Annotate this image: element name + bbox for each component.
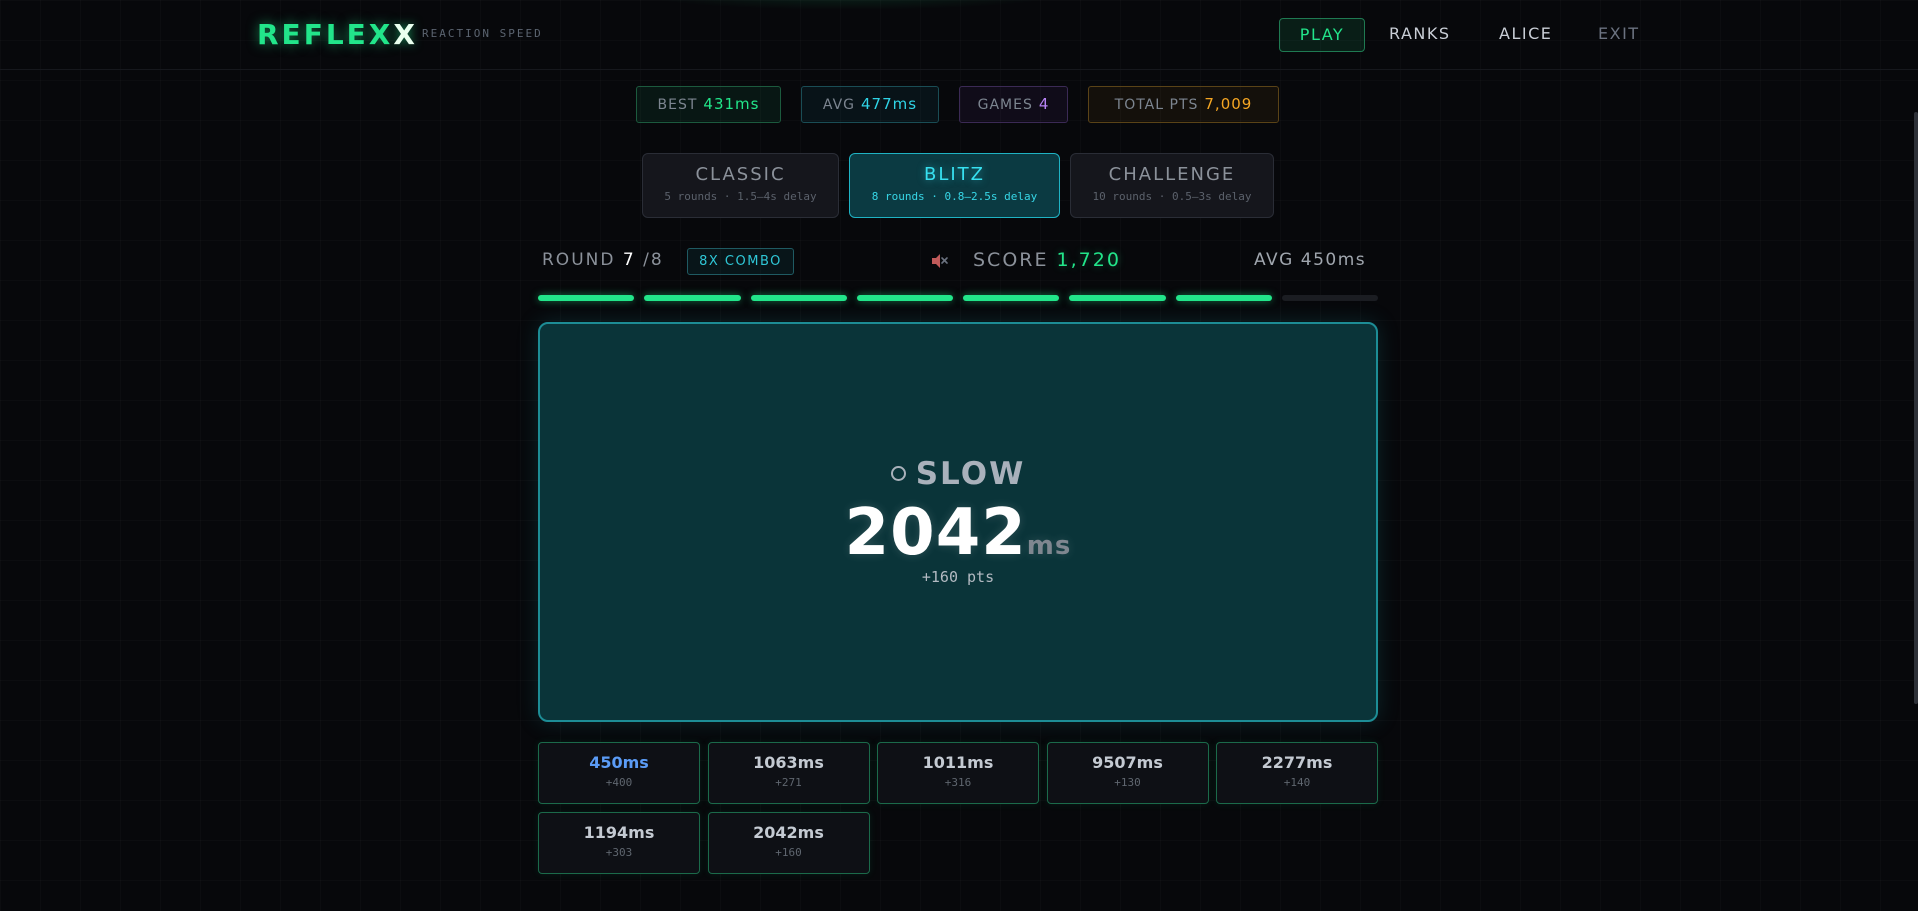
reaction-time-value: 2042 <box>844 496 1027 570</box>
nav-user[interactable]: ALICE <box>1499 18 1552 52</box>
history-card: 2042ms +160 <box>707 812 870 874</box>
stat-avg-value: 477ms <box>861 95 918 113</box>
combo-badge: 8X COMBO <box>687 248 794 275</box>
progress-segment <box>750 295 847 301</box>
history-time: 1063ms <box>753 753 824 772</box>
round-indicator: ROUND 7 /8 <box>542 250 664 270</box>
progress-segment <box>856 295 953 301</box>
stat-best: BEST 431ms <box>636 86 781 123</box>
reaction-time-unit: ms <box>1026 531 1072 561</box>
history-points: +400 <box>605 776 633 789</box>
progress-segment <box>963 295 1060 301</box>
mode-classic-desc: 5 rounds · 1.5–4s delay <box>664 190 817 203</box>
history-card: 1194ms +303 <box>538 812 700 874</box>
tagline: REACTION SPEED <box>422 27 543 40</box>
mode-blitz-button[interactable]: BLITZ 8 rounds · 0.8–2.5s delay <box>849 153 1060 218</box>
score-label: SCORE <box>973 249 1049 271</box>
stat-games: GAMES 4 <box>959 86 1068 123</box>
history-time: 450ms <box>589 753 649 772</box>
scrollbar[interactable] <box>1914 112 1918 704</box>
stat-avg: AVG 477ms <box>801 86 939 123</box>
mode-challenge-name: CHALLENGE <box>1108 164 1236 185</box>
history-card: 1063ms +271 <box>707 742 870 804</box>
progress-segment <box>1175 295 1272 301</box>
nav-exit[interactable]: EXIT <box>1598 18 1640 52</box>
history-points: +316 <box>944 776 972 789</box>
mode-classic-name: CLASSIC <box>695 164 786 185</box>
round-label: ROUND <box>542 250 616 270</box>
history-card: 1011ms +316 <box>877 742 1039 804</box>
stat-best-label: BEST <box>657 97 698 113</box>
history-time: 1194ms <box>583 823 655 842</box>
round-progress <box>538 295 1378 302</box>
verdict-text: SLOW <box>915 456 1026 492</box>
logo: REFLEXX <box>257 18 418 51</box>
stat-total-points: TOTAL PTS 7,009 <box>1088 86 1279 123</box>
current-average: AVG 450ms <box>1254 250 1367 270</box>
progress-segment <box>1069 295 1166 301</box>
mode-blitz-desc: 8 rounds · 0.8–2.5s delay <box>871 190 1038 203</box>
history-points: +303 <box>605 846 633 859</box>
round-current: 7 <box>622 250 636 270</box>
top-bar: REFLEXX REACTION SPEED PLAY RANKS ALICE … <box>0 0 1918 70</box>
mode-classic-button[interactable]: CLASSIC 5 rounds · 1.5–4s delay <box>642 153 839 218</box>
history-time: 9507ms <box>1092 753 1163 772</box>
history-time: 2042ms <box>753 823 824 842</box>
stat-total-value: 7,009 <box>1204 95 1253 113</box>
reaction-arena[interactable]: SLOW 2042ms +160 pts <box>538 322 1378 722</box>
stat-total-label: TOTAL PTS <box>1114 97 1199 113</box>
score-display: SCORE 1,720 <box>973 249 1121 271</box>
round-total: /8 <box>643 250 664 270</box>
nav-play[interactable]: PLAY <box>1279 18 1365 52</box>
verdict: SLOW <box>540 456 1376 492</box>
progress-segment <box>1281 295 1378 301</box>
history-card: 9507ms +130 <box>1046 742 1209 804</box>
round-points: +160 pts <box>921 568 995 586</box>
score-value: 1,720 <box>1056 249 1121 271</box>
speaker-muted-icon[interactable] <box>929 251 949 271</box>
nav-ranks[interactable]: RANKS <box>1389 18 1451 52</box>
stat-games-label: GAMES <box>977 97 1033 113</box>
mode-challenge-button[interactable]: CHALLENGE 10 rounds · 0.5–3s delay <box>1070 153 1274 218</box>
stat-best-value: 431ms <box>703 95 760 113</box>
stat-avg-label: AVG <box>822 97 856 113</box>
history-points: +271 <box>775 776 802 789</box>
history-time: 1011ms <box>922 753 994 772</box>
hollow-circle-icon <box>890 466 906 481</box>
history-card: 450ms +400 <box>538 742 700 804</box>
reaction-time: 2042ms <box>540 496 1376 570</box>
history-time: 2277ms <box>1261 753 1333 772</box>
progress-segment <box>538 295 635 301</box>
progress-segment <box>644 295 741 301</box>
mode-challenge-desc: 10 rounds · 0.5–3s delay <box>1092 190 1252 203</box>
history-card: 2277ms +140 <box>1216 742 1378 804</box>
history-points: +130 <box>1114 776 1141 789</box>
stat-games-value: 4 <box>1038 95 1050 113</box>
history-points: +160 <box>775 846 802 859</box>
history-points: +140 <box>1283 776 1311 789</box>
mode-blitz-name: BLITZ <box>923 164 985 185</box>
